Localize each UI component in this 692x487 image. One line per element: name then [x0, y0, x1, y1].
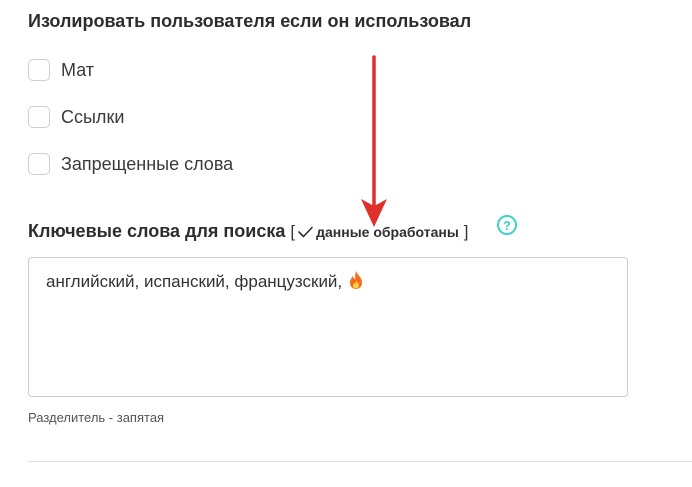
keywords-title-row: Ключевые слова для поиска [ данные обраб… — [28, 221, 469, 242]
keywords-section-title: Ключевые слова для поиска — [28, 221, 286, 241]
checkmark-icon — [298, 226, 313, 237]
profanity-label: Мат — [61, 59, 95, 80]
help-icon-glyph: ? — [503, 217, 511, 233]
status-bracket-open: [ — [290, 221, 296, 241]
annotation-arrow-icon — [361, 55, 387, 227]
forbidden-words-checkbox[interactable] — [28, 153, 50, 175]
section-divider — [28, 461, 692, 462]
option-forbidden-words[interactable]: Запрещенные слова — [28, 151, 233, 177]
profanity-checkbox[interactable] — [28, 59, 50, 81]
keywords-value: английский, испанский, французский, — [46, 272, 343, 291]
delimiter-hint: Разделитель - запятая — [28, 410, 165, 425]
option-profanity[interactable]: Мат — [28, 57, 94, 83]
fire-emoji-icon — [350, 271, 363, 289]
links-checkbox[interactable] — [28, 106, 50, 128]
keywords-textarea[interactable]: английский, испанский, французский, — [28, 257, 628, 397]
links-label: Ссылки — [61, 106, 125, 127]
option-links[interactable]: Ссылки — [28, 104, 124, 130]
isolate-section-title: Изолировать пользователя если он использ… — [28, 11, 472, 31]
help-circle-icon[interactable]: ? — [497, 215, 517, 235]
status-bracket-close: ] — [463, 221, 469, 241]
forbidden-words-label: Запрещенные слова — [61, 153, 234, 174]
